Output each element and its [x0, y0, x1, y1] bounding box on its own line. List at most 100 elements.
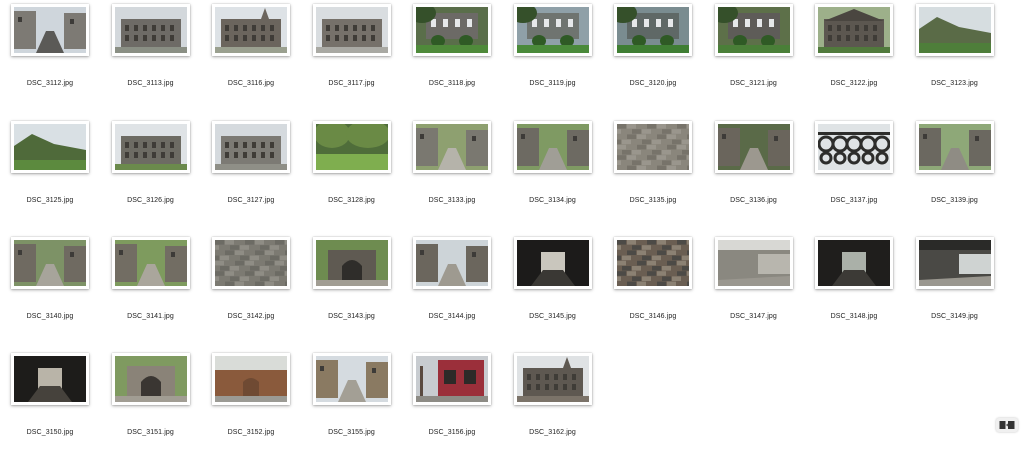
file-thumbnail[interactable] [514, 4, 592, 56]
file-thumbnail[interactable] [112, 121, 190, 173]
file-item[interactable]: DSC_3112.jpg [0, 4, 100, 104]
file-item[interactable]: DSC_3140.jpg [0, 237, 100, 337]
file-name[interactable]: DSC_3127.jpg [201, 197, 301, 204]
file-thumbnail[interactable] [715, 121, 793, 173]
file-name[interactable]: DSC_3139.jpg [905, 197, 1005, 204]
file-thumbnail[interactable] [715, 237, 793, 289]
file-thumbnail[interactable] [313, 237, 391, 289]
file-item[interactable]: DSC_3139.jpg [905, 121, 1005, 221]
file-thumbnail[interactable] [715, 4, 793, 56]
file-thumbnail[interactable] [212, 4, 290, 56]
file-name[interactable]: DSC_3136.jpg [704, 197, 804, 204]
file-thumbnail[interactable] [112, 237, 190, 289]
file-name[interactable]: DSC_3122.jpg [804, 80, 904, 87]
file-name[interactable]: DSC_3113.jpg [101, 80, 201, 87]
file-item[interactable]: DSC_3121.jpg [704, 4, 804, 104]
file-name[interactable]: DSC_3137.jpg [804, 197, 904, 204]
file-item[interactable]: DSC_3146.jpg [603, 237, 703, 337]
file-name[interactable]: DSC_3134.jpg [503, 197, 603, 204]
file-thumbnail[interactable] [413, 237, 491, 289]
file-item[interactable]: DSC_3156.jpg [402, 353, 502, 453]
file-name[interactable]: DSC_3121.jpg [704, 80, 804, 87]
file-thumbnail[interactable] [614, 4, 692, 56]
file-thumbnail[interactable] [815, 121, 893, 173]
file-item[interactable]: DSC_3143.jpg [302, 237, 402, 337]
file-item[interactable]: DSC_3136.jpg [704, 121, 804, 221]
file-item[interactable]: DSC_3150.jpg [0, 353, 100, 453]
file-item[interactable]: DSC_3137.jpg [804, 121, 904, 221]
file-item[interactable]: DSC_3125.jpg [0, 121, 100, 221]
file-item[interactable]: DSC_3118.jpg [402, 4, 502, 104]
file-name[interactable]: DSC_3145.jpg [503, 313, 603, 320]
file-thumbnail[interactable] [112, 353, 190, 405]
file-thumbnail[interactable] [212, 237, 290, 289]
file-item[interactable]: DSC_3127.jpg [201, 121, 301, 221]
file-thumbnail[interactable] [212, 353, 290, 405]
file-thumbnail[interactable] [313, 121, 391, 173]
file-item[interactable]: DSC_3119.jpg [503, 4, 603, 104]
file-item[interactable]: DSC_3141.jpg [101, 237, 201, 337]
file-item[interactable]: DSC_3151.jpg [101, 353, 201, 453]
file-item[interactable]: DSC_3133.jpg [402, 121, 502, 221]
file-thumbnail[interactable] [112, 4, 190, 56]
file-thumbnail[interactable] [413, 353, 491, 405]
file-thumbnail[interactable] [313, 4, 391, 56]
file-item[interactable]: DSC_3162.jpg [503, 353, 603, 453]
file-thumbnail[interactable] [614, 121, 692, 173]
file-item[interactable]: DSC_3123.jpg [905, 4, 1005, 104]
file-thumbnail[interactable] [514, 353, 592, 405]
file-item[interactable]: DSC_3135.jpg [603, 121, 703, 221]
file-item[interactable]: DSC_3122.jpg [804, 4, 904, 104]
file-item[interactable]: DSC_3113.jpg [101, 4, 201, 104]
file-thumbnail[interactable] [815, 4, 893, 56]
file-item[interactable]: DSC_3147.jpg [704, 237, 804, 337]
file-thumbnail[interactable] [413, 4, 491, 56]
file-name[interactable]: DSC_3117.jpg [302, 80, 402, 87]
file-item[interactable]: DSC_3145.jpg [503, 237, 603, 337]
file-name[interactable]: DSC_3133.jpg [402, 197, 502, 204]
file-name[interactable]: DSC_3120.jpg [603, 80, 703, 87]
file-thumbnail[interactable] [11, 237, 89, 289]
file-name[interactable]: DSC_3126.jpg [101, 197, 201, 204]
file-thumbnail[interactable] [514, 237, 592, 289]
file-item[interactable]: DSC_3155.jpg [302, 353, 402, 453]
file-thumbnail[interactable] [916, 4, 994, 56]
file-name[interactable]: DSC_3148.jpg [804, 313, 904, 320]
file-thumbnail[interactable] [11, 121, 89, 173]
file-item[interactable]: DSC_3149.jpg [905, 237, 1005, 337]
file-item[interactable]: DSC_3128.jpg [302, 121, 402, 221]
file-thumbnail[interactable] [916, 121, 994, 173]
file-name[interactable]: DSC_3125.jpg [0, 197, 100, 204]
file-item[interactable]: DSC_3148.jpg [804, 237, 904, 337]
file-item[interactable]: DSC_3152.jpg [201, 353, 301, 453]
file-item[interactable]: DSC_3117.jpg [302, 4, 402, 104]
file-item[interactable]: DSC_3144.jpg [402, 237, 502, 337]
file-item[interactable]: DSC_3142.jpg [201, 237, 301, 337]
view-mode-icon[interactable] [996, 418, 1018, 432]
file-name[interactable]: DSC_3144.jpg [402, 313, 502, 320]
file-thumbnail[interactable] [11, 353, 89, 405]
file-name[interactable]: DSC_3143.jpg [302, 313, 402, 320]
file-name[interactable]: DSC_3140.jpg [0, 313, 100, 320]
file-thumbnail[interactable] [313, 353, 391, 405]
file-name[interactable]: DSC_3147.jpg [704, 313, 804, 320]
file-name[interactable]: DSC_3149.jpg [905, 313, 1005, 320]
file-name[interactable]: DSC_3135.jpg [603, 197, 703, 204]
file-item[interactable]: DSC_3134.jpg [503, 121, 603, 221]
file-name[interactable]: DSC_3116.jpg [201, 80, 301, 87]
file-item[interactable]: DSC_3116.jpg [201, 4, 301, 104]
file-thumbnail[interactable] [815, 237, 893, 289]
file-name[interactable]: DSC_3146.jpg [603, 313, 703, 320]
file-name[interactable]: DSC_3142.jpg [201, 313, 301, 320]
file-item[interactable]: DSC_3120.jpg [603, 4, 703, 104]
file-thumbnail[interactable] [212, 121, 290, 173]
file-name[interactable]: DSC_3123.jpg [905, 80, 1005, 87]
file-thumbnail[interactable] [614, 237, 692, 289]
file-name[interactable]: DSC_3112.jpg [0, 80, 100, 87]
file-name[interactable]: DSC_3141.jpg [101, 313, 201, 320]
file-thumbnail[interactable] [11, 4, 89, 56]
file-name[interactable]: DSC_3118.jpg [402, 80, 502, 87]
file-thumbnail[interactable] [514, 121, 592, 173]
file-item[interactable]: DSC_3126.jpg [101, 121, 201, 221]
file-name[interactable]: DSC_3119.jpg [503, 80, 603, 87]
